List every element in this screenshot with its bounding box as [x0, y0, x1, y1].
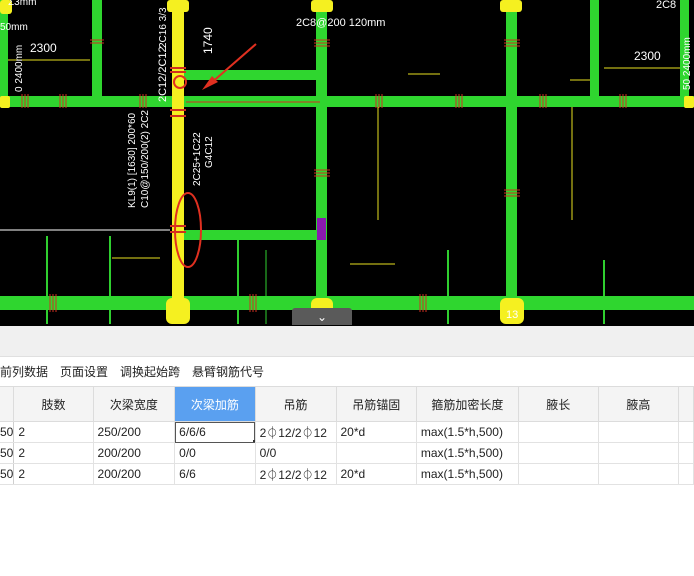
label-right-2300: 2300: [634, 49, 661, 63]
table-cell[interactable]: 6/6: [174, 463, 256, 485]
label-bottom-num: 13: [506, 309, 518, 321]
panel-splitter[interactable]: [0, 326, 694, 357]
table-row[interactable]: 50 2 200/200 6/6 2⏀12/2⏀12 20*d max(1.5*…: [0, 463, 694, 485]
cad-drawing-canvas[interactable]: 2C8@200 120mm 2300 Σ3mm 50mm 0 2400mm 2C…: [0, 0, 694, 326]
table-cell[interactable]: 20*d: [336, 421, 417, 443]
table-cell[interactable]: 2: [13, 463, 94, 485]
purple-marker: [317, 218, 326, 240]
table-row[interactable]: 50 2 200/200 0/0 0/0 max(1.5*h,500): [0, 442, 694, 464]
label-beam-vertical-a: 2C12/2C12: [157, 46, 169, 102]
selected-beam[interactable]: [172, 0, 184, 324]
column-nodes: [0, 0, 694, 324]
label-top-mid: 2C8@200 120mm: [296, 17, 385, 29]
table-cell[interactable]: max(1.5*h,500): [416, 463, 519, 485]
table-row[interactable]: 50 2 250/200 6/6/6 2⏀12/2⏀12 20*d max(1.…: [0, 421, 694, 443]
label-left-2400: 0 2400mm: [14, 45, 25, 92]
table-cell[interactable]: [598, 463, 680, 485]
table-cell[interactable]: [518, 442, 599, 464]
table-cell[interactable]: 2⏀12/2⏀12: [255, 463, 337, 485]
label-beam-spec-3: 2C25+1C22: [192, 132, 203, 186]
table-cell[interactable]: 2: [13, 442, 94, 464]
table-cell[interactable]: [336, 442, 417, 464]
table-toolbar: 前列数据 页面设置 调换起始跨 悬臂钢筋代号: [0, 358, 694, 384]
table-cell[interactable]: 200/200: [93, 442, 176, 464]
table-cell: [678, 442, 694, 464]
col-header-haunch-length[interactable]: 腋长: [518, 386, 599, 422]
toolbar-page-setup[interactable]: 页面设置: [54, 363, 114, 380]
col-header-leg-count[interactable]: 肢数: [13, 386, 94, 422]
table-header-row: 肢数 次梁宽度 次梁加筋 吊筋 吊筋锚固 箍筋加密长度 腋长 腋高: [0, 386, 694, 422]
toolbar-cantilever-rebar-code[interactable]: 悬臂钢筋代号: [186, 363, 270, 380]
table-cell-active[interactable]: 6/6/6: [174, 421, 256, 443]
table-cell[interactable]: 50: [0, 421, 15, 443]
table-cell[interactable]: 20*d: [336, 463, 417, 485]
label-right-top: 2C8: [656, 0, 676, 11]
col-header-0[interactable]: [0, 386, 15, 422]
table-cell[interactable]: max(1.5*h,500): [416, 442, 519, 464]
table-cell[interactable]: [518, 463, 599, 485]
table-cell[interactable]: 2⏀12/2⏀12: [255, 421, 337, 443]
label-beam-spec-1: KL9(1) [1630] 200*60: [127, 112, 138, 208]
table-cell: [678, 463, 694, 485]
table-cell: [678, 421, 694, 443]
label-dim-1740: 1740: [201, 27, 215, 54]
col-header-secondary-beam-width[interactable]: 次梁宽度: [93, 386, 176, 422]
table-cell[interactable]: 250/200: [93, 421, 176, 443]
chevron-down-icon: ⌄: [316, 309, 328, 324]
label-left-mm: 50mm: [0, 22, 28, 33]
table-cell[interactable]: 50: [0, 463, 15, 485]
col-header-hanger-anchor[interactable]: 吊筋锚固: [336, 386, 417, 422]
table-cell[interactable]: 50: [0, 442, 15, 464]
table-cell[interactable]: [598, 421, 680, 443]
table-cell[interactable]: 200/200: [93, 463, 176, 485]
label-beam-vertical-b: 2C16 3/3: [158, 7, 169, 48]
label-beam-spec-2: C10@150/200(2) 2C2: [140, 110, 151, 208]
table-cell[interactable]: 0/0: [174, 442, 256, 464]
col-header-hanger-bar[interactable]: 吊筋: [255, 386, 337, 422]
label-left-2300: 2300: [30, 41, 57, 55]
col-header-haunch-height[interactable]: 腋高: [598, 386, 680, 422]
label-beam-spec-4: G4C12: [204, 136, 215, 168]
table-cell[interactable]: 0/0: [255, 442, 337, 464]
table-cell[interactable]: 2: [13, 421, 94, 443]
label-right-vertical: 50 2400mm: [682, 37, 693, 90]
table-cell[interactable]: max(1.5*h,500): [416, 421, 519, 443]
col-header-secondary-beam-rebar[interactable]: 次梁加筋: [174, 386, 256, 422]
collapse-panel-button[interactable]: ⌄: [292, 308, 352, 325]
cad-drawing[interactable]: 2C8@200 120mm 2300 Σ3mm 50mm 0 2400mm 2C…: [0, 0, 694, 326]
table-cell[interactable]: [518, 421, 599, 443]
table-cell[interactable]: [598, 442, 680, 464]
label-left-top: Σ3mm: [8, 0, 36, 8]
attribute-table: 肢数 次梁宽度 次梁加筋 吊筋 吊筋锚固 箍筋加密长度 腋长 腋高 50 2 2…: [0, 386, 694, 485]
col-header-stirrup-dense-length[interactable]: 箍筋加密长度: [416, 386, 519, 422]
beams: [0, 0, 694, 324]
col-header-extra: [678, 386, 694, 422]
toolbar-swap-start-span[interactable]: 调换起始跨: [114, 363, 186, 380]
toolbar-copy-column-data[interactable]: 前列数据: [0, 363, 54, 380]
